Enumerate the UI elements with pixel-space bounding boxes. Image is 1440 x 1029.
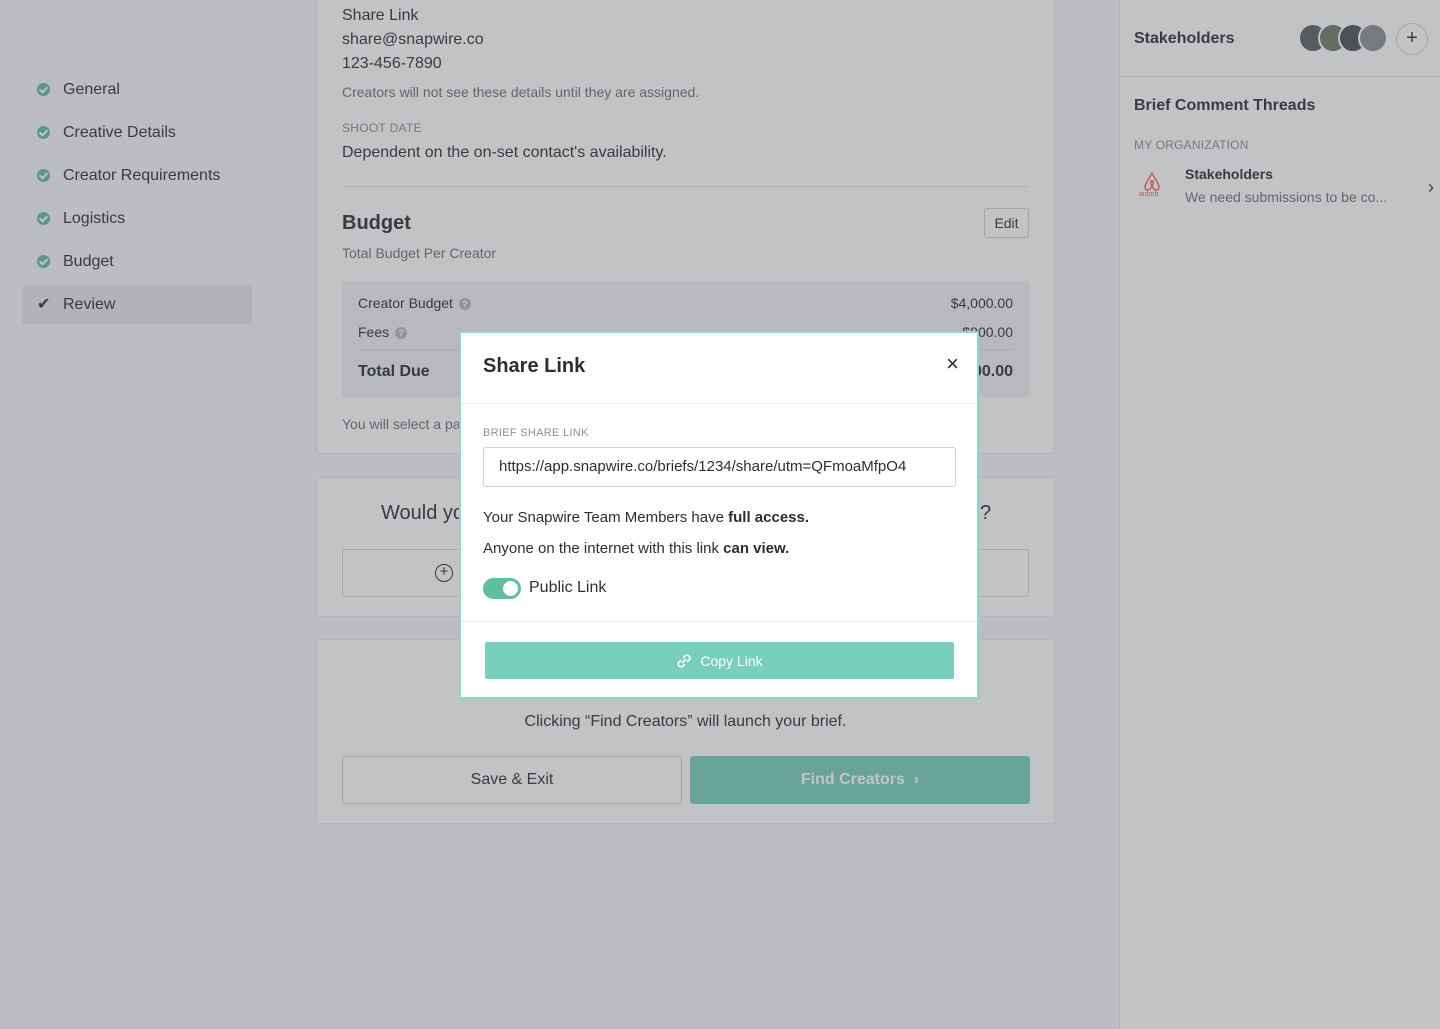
- link-icon: [677, 653, 691, 668]
- share-link-label: BRIEF SHARE LINK: [483, 427, 589, 439]
- copy-link-button[interactable]: Copy Link: [485, 642, 954, 679]
- modal-title: Share Link: [483, 355, 586, 377]
- toggle-knob: [503, 581, 518, 596]
- public-link-label: Public Link: [529, 579, 607, 596]
- copy-link-label: Copy Link: [700, 652, 763, 669]
- modal-footer-divider: [461, 621, 977, 622]
- close-icon[interactable]: ×: [946, 353, 959, 375]
- share-link-input[interactable]: https://app.snapwire.co/briefs/1234/shar…: [483, 447, 956, 487]
- modal-header: Share Link ×: [461, 333, 977, 404]
- public-access-text: Anyone on the internet with this link ca…: [483, 540, 790, 557]
- team-access-text: Your Snapwire Team Members have full acc…: [483, 509, 810, 526]
- public-link-toggle[interactable]: [483, 578, 521, 599]
- share-link-modal: Share Link × BRIEF SHARE LINK https://ap…: [459, 331, 979, 699]
